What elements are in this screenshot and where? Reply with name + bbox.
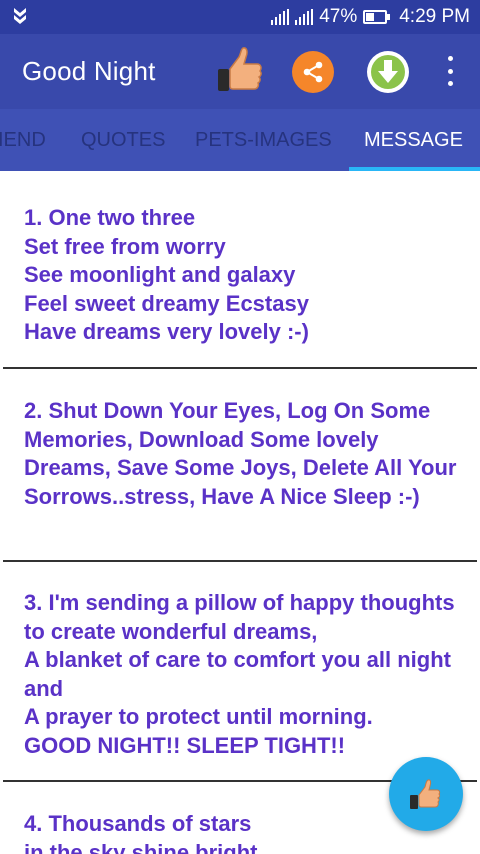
- like-icon: [410, 779, 441, 809]
- app-title: Good Night: [22, 56, 156, 86]
- tab-friend[interactable]: IEND: [0, 109, 46, 171]
- signal-icon-sim1: [271, 9, 290, 25]
- battery-icon: [363, 10, 391, 24]
- tab-bar: IEND QUOTES PETS-IMAGES MESSAGE: [0, 109, 480, 171]
- like-button[interactable]: [215, 45, 265, 95]
- tab-message[interactable]: MESSAGE: [364, 109, 463, 171]
- message-list[interactable]: 1. One two three Set free from worry See…: [0, 171, 480, 854]
- share-button[interactable]: [292, 51, 334, 93]
- more-vert-icon[interactable]: [440, 56, 460, 86]
- divider: [3, 560, 477, 562]
- tab-pets-images[interactable]: PETS-IMAGES: [195, 109, 332, 171]
- notification-icon: [12, 6, 28, 31]
- message-item[interactable]: 3. I'm sending a pillow of happy thought…: [24, 589, 464, 761]
- tab-quotes[interactable]: QUOTES: [81, 109, 165, 171]
- message-item[interactable]: 2. Shut Down Your Eyes, Log On Some Memo…: [24, 397, 464, 511]
- download-button[interactable]: [367, 51, 409, 93]
- share-icon: [303, 61, 323, 83]
- like-fab[interactable]: [389, 757, 463, 831]
- divider: [3, 367, 477, 369]
- download-icon: [371, 55, 405, 89]
- like-icon: [218, 47, 262, 91]
- app-bar: Good Night: [0, 34, 480, 109]
- message-item[interactable]: 1. One two three Set free from worry See…: [24, 204, 464, 347]
- status-bar: 47% 4:29 PM: [0, 0, 480, 34]
- battery-percent: 47%: [319, 6, 358, 27]
- signal-icon-sim2: [295, 9, 314, 25]
- clock: 4:29 PM: [399, 6, 470, 27]
